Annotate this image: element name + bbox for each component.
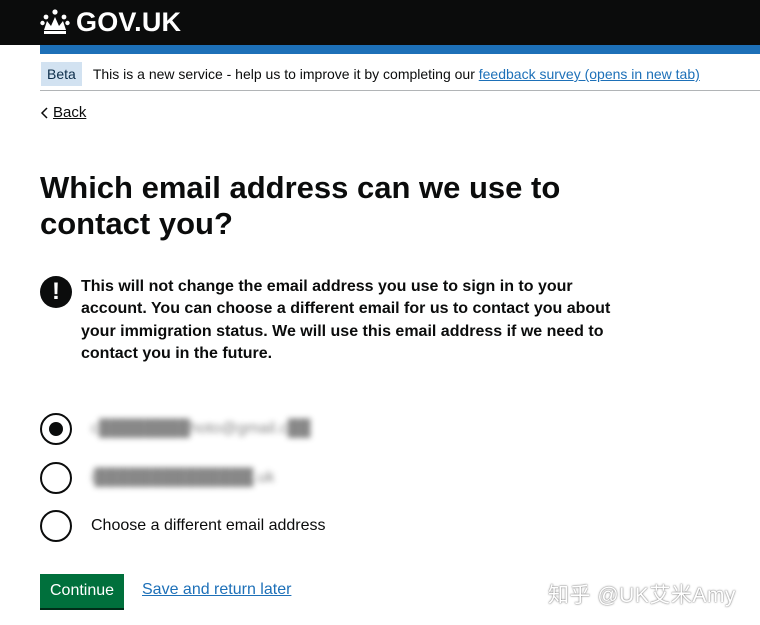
header-blue-bar: [40, 45, 760, 54]
phase-banner-message: This is a new service - help us to impro…: [92, 66, 479, 82]
crown-icon: [40, 9, 70, 34]
radio-option-email-2[interactable]: i██████████████.uk: [40, 462, 275, 494]
govuk-logo[interactable]: GOV.UK: [40, 7, 181, 37]
phase-banner-text: This is a new service - help us to impro…: [93, 65, 700, 83]
radio-button-email-2[interactable]: [40, 462, 72, 494]
radio-option-email-1[interactable]: c████████hoto@gmail.c██: [40, 413, 310, 445]
continue-button[interactable]: Continue: [40, 574, 125, 608]
warning-text: This will not change the email address y…: [81, 278, 611, 362]
phase-banner: Beta This is a new service - help us to …: [40, 58, 760, 91]
back-link-label: Back: [53, 104, 87, 121]
radio-label-email-2: i██████████████.uk: [91, 469, 275, 486]
back-link[interactable]: Back: [40, 104, 86, 121]
warning-exclamation-icon: !: [40, 276, 72, 308]
radio-button-different-email[interactable]: [40, 510, 72, 542]
beta-tag: Beta: [41, 62, 82, 86]
feedback-survey-link[interactable]: feedback survey (opens in new tab): [479, 66, 700, 82]
warning-text-block: ! This will not change the email address…: [40, 276, 640, 365]
save-and-return-later-link[interactable]: Save and return later: [142, 581, 291, 599]
radio-label-different-email: Choose a different email address: [91, 517, 326, 534]
watermark-text: 知乎 @UK艾米Amy: [548, 584, 736, 607]
radio-option-different-email[interactable]: Choose a different email address: [40, 510, 326, 542]
page-title: Which email address can we use to contac…: [40, 170, 561, 241]
radio-label-email-1: c████████hoto@gmail.c██: [91, 420, 311, 437]
logo-text: GOV.UK: [76, 7, 182, 37]
chevron-left-icon: [40, 106, 48, 119]
radio-button-email-1[interactable]: [40, 413, 72, 445]
govuk-header: GOV.UK: [0, 0, 760, 45]
